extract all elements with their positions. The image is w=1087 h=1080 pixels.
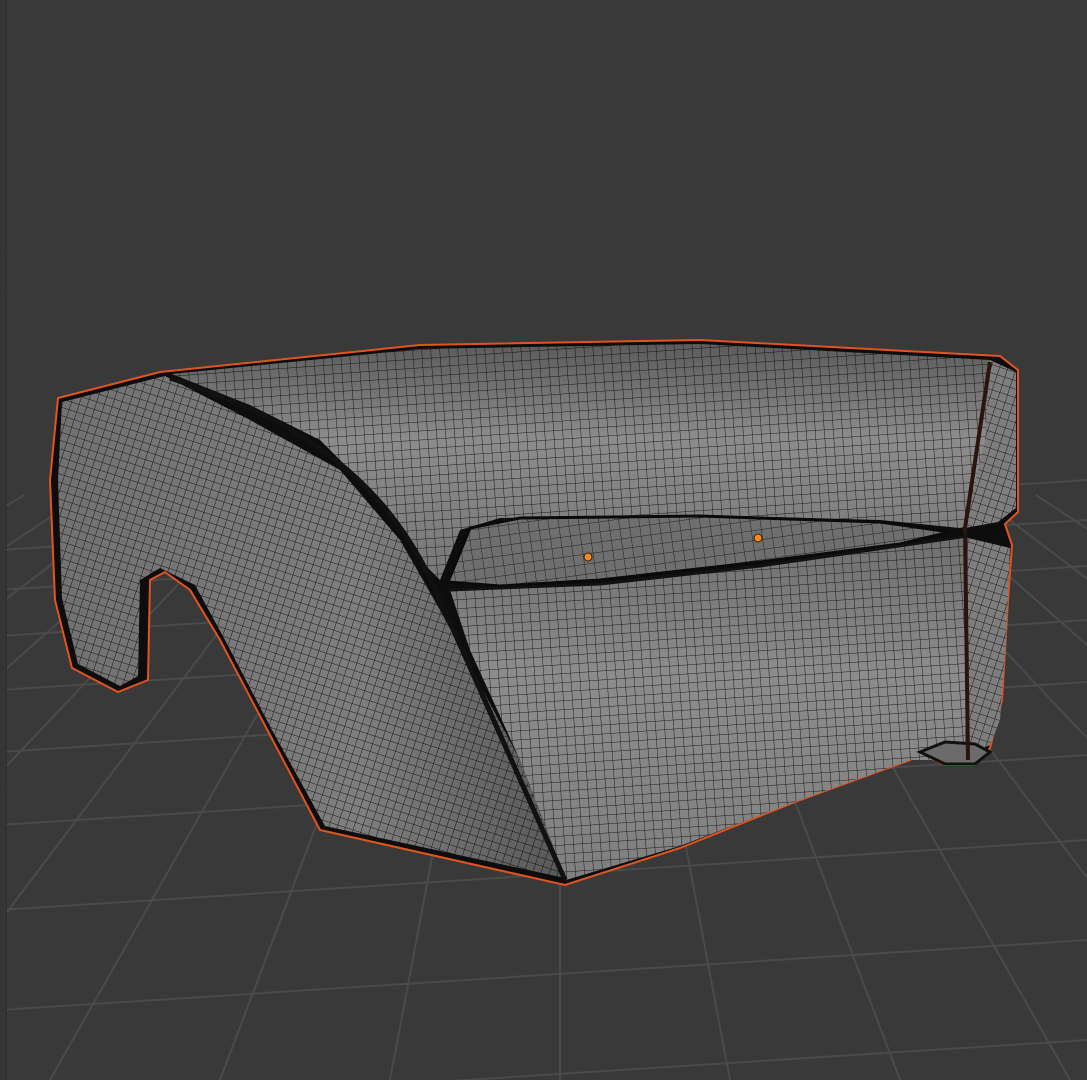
grid-line	[1035, 494, 1087, 530]
mesh-object[interactable]	[48, 338, 1019, 887]
grid-line	[0, 939, 1087, 1011]
selected-vertex[interactable]	[753, 533, 763, 543]
3d-viewport[interactable]	[0, 0, 1087, 1080]
grid-line	[450, 1039, 1087, 1080]
viewport-canvas[interactable]	[0, 0, 1087, 1080]
selected-vertex[interactable]	[583, 552, 593, 562]
right-lower-cap	[965, 538, 1010, 756]
viewport-region-divider[interactable]	[0, 0, 7, 1080]
